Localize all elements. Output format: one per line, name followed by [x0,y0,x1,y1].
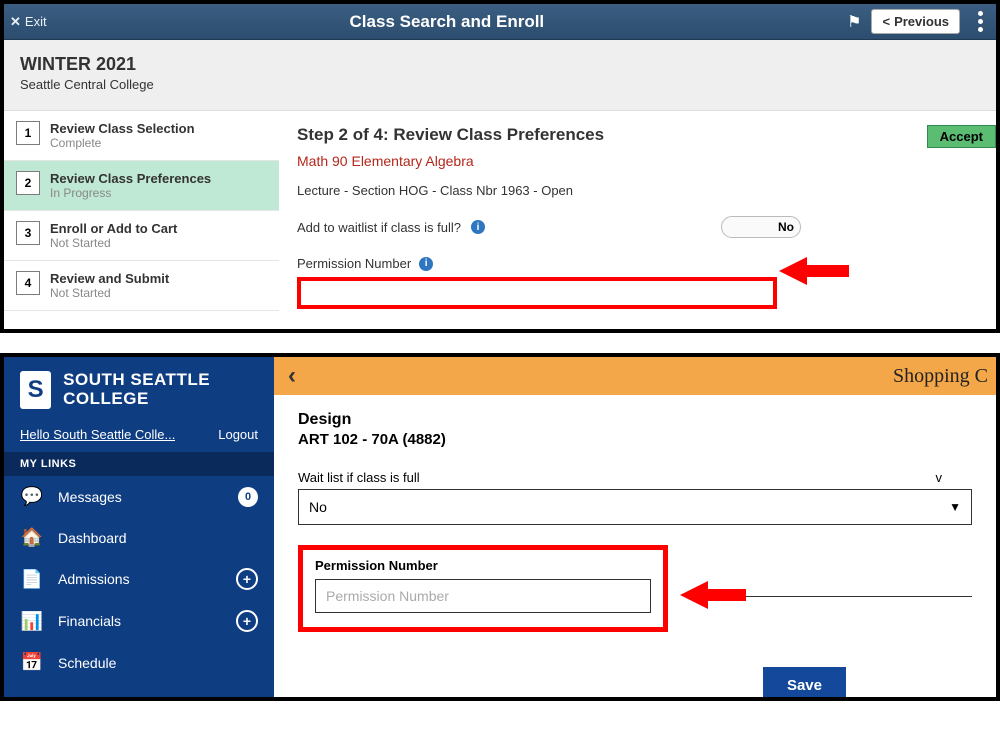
college-name: SOUTH SEATTLE COLLEGE [63,371,258,408]
step-status: Complete [50,136,195,150]
step-content: Accept Step 2 of 4: Review Class Prefere… [279,111,996,329]
top-app-bar: ✕ Exit Class Search and Enroll ⚑ < Previou… [4,4,996,40]
term-header: WINTER 2021 Seattle Central College [4,40,996,111]
permission-number-input[interactable]: Permission Number [315,579,651,613]
exit-button[interactable]: ✕ Exit [10,14,47,30]
nav-financials[interactable]: 📊 Financials + [4,600,274,642]
back-button[interactable]: ‹ [282,362,302,390]
exit-label: Exit [25,14,47,29]
step-title: Enroll or Add to Cart [50,221,177,236]
college-name: Seattle Central College [20,77,980,92]
chevron-down-icon: ▼ [949,500,961,514]
save-button[interactable]: Save [763,667,846,698]
step-review-class-preferences[interactable]: 2 Review Class PreferencesIn Progress [4,161,279,211]
step-number-badge: 4 [16,271,40,295]
mylinks-header: MY LINKS [4,452,274,476]
shopping-cart-panel: S SOUTH SEATTLE COLLEGE Hello South Seat… [0,353,1000,701]
section-header: ‹ Shopping C [274,357,996,395]
previous-label: Previous [894,14,949,29]
permission-number-label: Permission Number [315,558,651,573]
close-icon: ✕ [10,14,21,30]
step-heading: Step 2 of 4: Review Class Preferences [297,125,978,145]
waitlist-selected-value: No [309,499,327,515]
chevron-left-icon: < [882,14,890,29]
step-enroll-or-cart[interactable]: 3 Enroll or Add to CartNot Started [4,211,279,261]
nav-label: Financials [58,613,222,629]
nav-label: Messages [58,489,224,505]
section-details: Lecture - Section HOG - Class Nbr 1963 -… [297,183,978,198]
main-content: ‹ Shopping C Design ART 102 - 70A (4882)… [274,357,996,697]
info-icon[interactable]: i [471,220,485,234]
expand-icon[interactable]: + [236,610,258,632]
page-title: Class Search and Enroll [47,12,848,32]
course-code: ART 102 - 70A (4882) [298,431,972,448]
accept-button[interactable]: Accept [927,125,996,148]
calendar-icon: 📅 [20,652,44,673]
nav-label: Dashboard [58,530,258,546]
expand-icon[interactable]: + [236,568,258,590]
college-logo-icon: S [20,371,51,409]
greeting-link[interactable]: Hello South Seattle Colle... [20,427,175,442]
section-title: Shopping C [893,365,988,388]
step-number-badge: 2 [16,171,40,195]
course-title: Math 90 Elementary Algebra [297,153,978,169]
chat-icon: 💬 [20,486,44,507]
enrollment-step-panel: ✕ Exit Class Search and Enroll ⚑ < Previou… [0,0,1000,333]
nav-dashboard[interactable]: 🏠 Dashboard [4,517,274,558]
step-title: Review Class Preferences [50,171,211,186]
chart-icon: 📊 [20,611,44,632]
sidebar: S SOUTH SEATTLE COLLEGE Hello South Seat… [4,357,274,697]
permission-number-highlight: Permission Number Permission Number [298,545,668,632]
step-review-class-selection[interactable]: 1 Review Class SelectionComplete [4,111,279,161]
logout-link[interactable]: Logout [218,427,258,442]
step-status: Not Started [50,236,177,250]
sidebar-nav: 💬 Messages 0 🏠 Dashboard 📄 Admissions + … [4,476,274,683]
annotation-arrow-icon [779,253,849,289]
waitlist-label: Wait list if class is full [298,470,420,485]
waitlist-select[interactable]: No ▼ [298,489,972,525]
annotation-arrow-icon [680,577,746,618]
step-title: Review and Submit [50,271,169,286]
permission-number-label: Permission Number [297,256,411,271]
step-status: In Progress [50,186,211,200]
course-title: Design [298,411,972,429]
nav-label: Schedule [58,655,258,671]
nav-admissions[interactable]: 📄 Admissions + [4,558,274,600]
messages-count-badge: 0 [238,487,258,507]
waitlist-toggle[interactable]: No [721,216,801,238]
college-brand: S SOUTH SEATTLE COLLEGE [4,357,274,419]
step-status: Not Started [50,286,169,300]
nav-schedule[interactable]: 📅 Schedule [4,642,274,683]
term-name: WINTER 2021 [20,54,980,75]
document-icon: 📄 [20,569,44,590]
required-marker: v [936,470,943,485]
step-list: 1 Review Class SelectionComplete 2 Revie… [4,111,279,329]
previous-button[interactable]: < Previous [871,9,960,34]
step-number-badge: 3 [16,221,40,245]
step-number-badge: 1 [16,121,40,145]
info-icon[interactable]: i [419,257,433,271]
nav-messages[interactable]: 💬 Messages 0 [4,476,274,517]
step-review-and-submit[interactable]: 4 Review and SubmitNot Started [4,261,279,311]
step-title: Review Class Selection [50,121,195,136]
waitlist-label: Add to waitlist if class is full? [297,220,461,235]
permission-number-input[interactable] [297,277,777,309]
home-icon: 🏠 [20,527,44,548]
kebab-menu-icon[interactable] [970,11,990,32]
nav-label: Admissions [58,571,222,587]
flag-icon[interactable]: ⚑ [847,12,861,32]
